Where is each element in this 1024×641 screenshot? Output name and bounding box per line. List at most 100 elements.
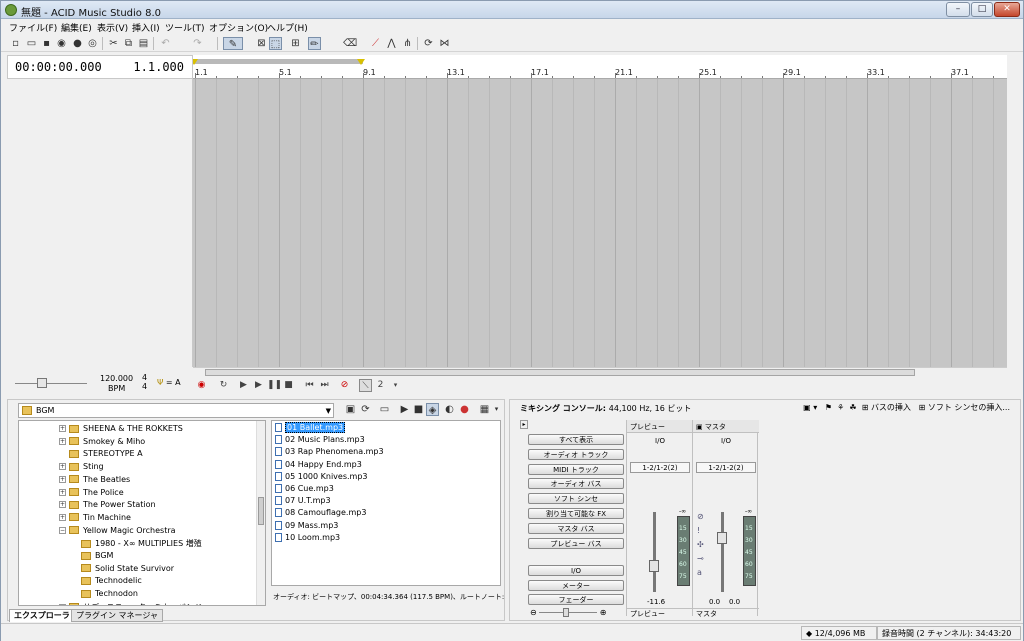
insert-fx-icon[interactable]: ⚘ bbox=[837, 403, 844, 412]
refresh-icon[interactable]: ⟳ bbox=[359, 403, 372, 416]
mixer-zoom[interactable]: ⊖ ⊕ bbox=[530, 608, 607, 617]
mixer-view-button[interactable]: オーディオ バス bbox=[528, 478, 624, 490]
menu-tools[interactable]: ツール(T) bbox=[165, 21, 205, 34]
tempo-value[interactable]: 120.000 bbox=[100, 374, 133, 383]
loop-region[interactable] bbox=[193, 59, 363, 64]
cut-icon[interactable]: ✂ bbox=[107, 37, 120, 50]
expand-toggle-icon[interactable]: − bbox=[59, 526, 66, 534]
insert-bus-button[interactable]: ⊞ バスの挿入 bbox=[862, 403, 911, 412]
favorite-icon[interactable]: ● bbox=[458, 403, 471, 416]
chevron-down-icon[interactable]: ▼ bbox=[326, 407, 331, 415]
scrollbar-thumb[interactable] bbox=[205, 369, 915, 376]
mute-icon[interactable]: ⊘ bbox=[697, 512, 704, 521]
record-icon[interactable]: ◉ bbox=[195, 379, 208, 392]
undo-icon[interactable]: ↶ bbox=[159, 37, 172, 50]
tree-scrollbar[interactable] bbox=[256, 421, 265, 605]
envelope-tool-icon[interactable]: ⊠ bbox=[255, 37, 268, 50]
tree-scrollbar-thumb[interactable] bbox=[258, 497, 264, 525]
properties-icon[interactable]: ▣ ▾ bbox=[803, 403, 817, 412]
mixer-view-button[interactable]: ソフト シンセ bbox=[528, 493, 624, 505]
fx-icon[interactable]: ✣ bbox=[697, 540, 704, 549]
track-list[interactable] bbox=[7, 79, 193, 367]
grid-spacing-icon[interactable]: 2 bbox=[374, 379, 387, 392]
go-to-start-icon[interactable]: ⏮ bbox=[303, 379, 316, 392]
loop-icon[interactable]: ⟳ bbox=[422, 37, 435, 50]
view-dropdown-icon[interactable]: ▾ bbox=[490, 403, 503, 416]
insert-synth-button[interactable]: ⊞ ソフト シンセの挿入... bbox=[919, 403, 1010, 412]
stop-icon[interactable]: ■ bbox=[282, 379, 295, 392]
tab-plugin-manager[interactable]: プラグイン マネージャ bbox=[71, 609, 163, 622]
expand-toggle-icon[interactable]: + bbox=[59, 603, 66, 605]
timeline-ruler[interactable]: 1.1 5.1 9.1 13.1 17.1 21.1 25.1 29.1 33.1 37.1 bbox=[193, 55, 1007, 79]
expand-icon[interactable]: ▸ bbox=[520, 420, 528, 429]
minimize-button[interactable]: – bbox=[946, 2, 970, 17]
expand-toggle-icon[interactable]: + bbox=[59, 513, 66, 521]
close-button[interactable]: ✕ bbox=[994, 2, 1020, 17]
tree-item[interactable]: Technodelic bbox=[71, 576, 142, 588]
file-item[interactable]: 04 Happy End.mp3 bbox=[275, 459, 362, 472]
tree-item[interactable]: + Tin Machine bbox=[59, 513, 131, 525]
expand-toggle-icon[interactable]: + bbox=[59, 501, 66, 509]
menu-options[interactable]: オプション(O) bbox=[209, 21, 268, 34]
paste-icon[interactable]: ▤ bbox=[137, 37, 150, 50]
loop-playback-icon[interactable]: ↻ bbox=[217, 379, 230, 392]
path-combo[interactable]: BGM ▼ bbox=[18, 403, 334, 418]
automation-icon[interactable]: a bbox=[697, 568, 702, 577]
expand-toggle-icon[interactable]: + bbox=[59, 425, 66, 432]
erase-tool-icon[interactable]: ⌫ bbox=[343, 37, 357, 50]
fader-knob[interactable] bbox=[717, 532, 727, 544]
mixer-section-button[interactable]: メーター bbox=[528, 579, 624, 591]
menu-help[interactable]: ヘルプ(H) bbox=[267, 21, 308, 34]
save-icon[interactable]: ▪ bbox=[40, 37, 53, 50]
snap-grid-icon[interactable]: ⟍ bbox=[359, 379, 372, 392]
zoom-in-icon[interactable]: ⊕ bbox=[600, 608, 607, 617]
insert-track-icon[interactable]: ⚑ bbox=[825, 403, 832, 412]
loop-end-marker[interactable] bbox=[357, 59, 365, 65]
pause-icon[interactable]: ❚❚ bbox=[267, 379, 282, 392]
expand-toggle-icon[interactable]: + bbox=[59, 463, 66, 471]
copy-icon[interactable]: ⧉ bbox=[122, 37, 135, 50]
properties-icon[interactable]: ● bbox=[71, 37, 84, 50]
tree-item[interactable]: 1980 - X∞ MULTIPLIES 増殖 bbox=[71, 538, 202, 550]
solo-icon[interactable]: ! bbox=[697, 526, 700, 535]
play-from-start-icon[interactable]: ▶ bbox=[237, 379, 250, 392]
tree-item[interactable]: Technodon bbox=[71, 589, 138, 601]
lock-icon[interactable]: ⋔ bbox=[401, 37, 414, 50]
folder-tree[interactable]: + SHEENA & THE ROKKETS + Smokey & Miho STERE… bbox=[18, 420, 266, 606]
tree-item[interactable]: + The Police bbox=[59, 488, 124, 500]
tree-item[interactable]: STEREOTYPE A bbox=[59, 449, 143, 461]
insert-bus-icon[interactable]: ☘ bbox=[849, 403, 856, 412]
file-item[interactable]: 02 Music Plans.mp3 bbox=[275, 435, 365, 447]
redo-icon[interactable]: ↷ bbox=[191, 37, 204, 50]
auto-preview-icon[interactable]: ◈ bbox=[426, 403, 439, 416]
expand-toggle-icon[interactable]: + bbox=[59, 475, 66, 483]
tree-item[interactable]: + The Power Station bbox=[59, 500, 156, 512]
expand-toggle-icon[interactable]: + bbox=[59, 437, 66, 445]
preview-stop-icon[interactable]: ■ bbox=[412, 403, 425, 416]
tree-item[interactable]: BGM bbox=[71, 551, 113, 563]
grid-dropdown-icon[interactable]: ▾ bbox=[389, 379, 402, 392]
mixer-section-button[interactable]: I/O bbox=[528, 565, 624, 576]
new-icon[interactable]: ▫ bbox=[9, 37, 22, 50]
track-timeline[interactable] bbox=[193, 79, 1007, 367]
selection-tool-icon[interactable]: ⬚ bbox=[269, 37, 282, 50]
zoom-out-icon[interactable]: ⊖ bbox=[530, 608, 537, 617]
loop-start-marker[interactable] bbox=[193, 59, 198, 65]
mixer-view-button[interactable]: マスタ バス bbox=[528, 522, 624, 534]
menu-file[interactable]: ファイル(F) bbox=[9, 21, 57, 34]
snap-icon[interactable]: ⟋ bbox=[369, 37, 382, 50]
expand-toggle-icon[interactable]: + bbox=[59, 488, 66, 496]
tree-item[interactable]: + サディスティック・ミカ・バンド bbox=[59, 602, 202, 605]
play-icon[interactable]: ▶ bbox=[252, 379, 265, 392]
zoom-slider[interactable] bbox=[563, 608, 570, 617]
mixer-view-button[interactable]: 割り当て可能な FX bbox=[528, 508, 624, 519]
horizontal-scrollbar[interactable] bbox=[193, 367, 1007, 377]
vertical-scrollbar[interactable] bbox=[1007, 55, 1023, 377]
mixer-view-button[interactable]: MIDI トラック bbox=[528, 463, 624, 475]
mixer-view-button[interactable]: すべて表示 bbox=[528, 434, 624, 445]
start-preview-icon[interactable]: ◐ bbox=[443, 403, 456, 416]
tree-item[interactable]: + Sting bbox=[59, 462, 104, 474]
preview-play-icon[interactable]: ▶ bbox=[398, 403, 411, 416]
mixer-section-button[interactable]: フェーダー bbox=[528, 594, 624, 605]
tree-item[interactable]: − Yellow Magic Orchestra bbox=[59, 526, 176, 538]
